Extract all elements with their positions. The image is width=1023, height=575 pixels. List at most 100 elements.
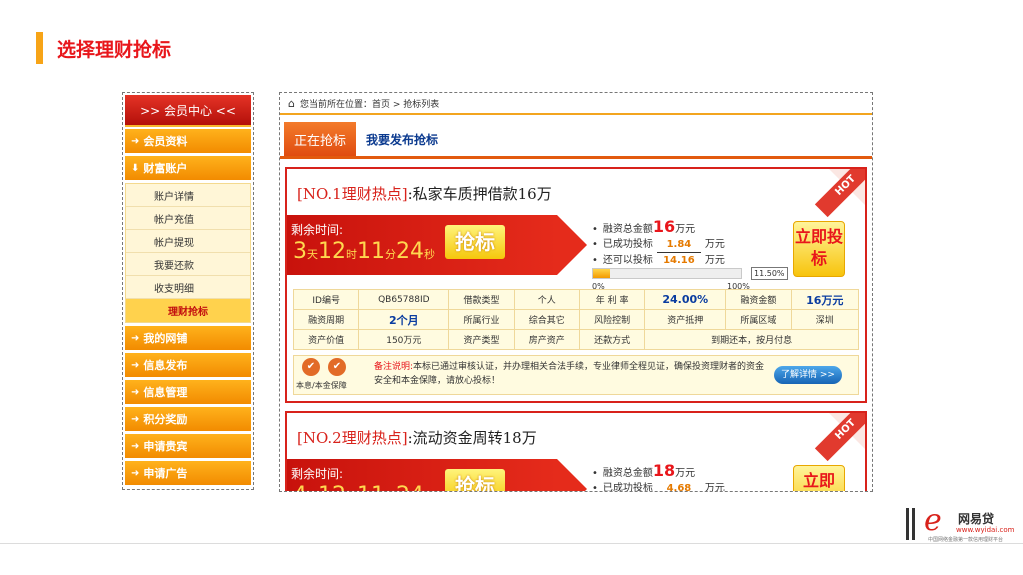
note-label: 备注说明: — [374, 362, 414, 372]
remain-label: 剩余时间: — [291, 223, 344, 237]
sidebar-item-label: 财富账户 — [143, 162, 188, 175]
countdown-ribbon: 剩余时间: 4天12时11分24秒 抢标 — [287, 459, 587, 491]
logo-mark-icon: e — [924, 503, 942, 538]
sidebar-item-manage[interactable]: ➜ 信息管理 — [125, 380, 251, 404]
cell-value: 2个月 — [358, 309, 450, 330]
invest-now-button[interactable]: 立即投标 — [793, 221, 845, 277]
countdown-minutes: 11 — [357, 239, 385, 264]
tab-bidding[interactable]: 正在抢标 — [284, 122, 357, 156]
bid-title[interactable]: [NO.2理财热点]:流动资金周转18万 — [297, 427, 537, 448]
sidebar-item-shop[interactable]: ➜ 我的网铺 — [125, 326, 251, 350]
ribbon-tip — [557, 459, 587, 491]
grab-bid-button[interactable]: 抢标 — [445, 469, 505, 491]
countdown-days: 4 — [293, 483, 307, 491]
stat-unit: 万元 — [704, 255, 725, 266]
cell-label: 借款类型 — [448, 289, 515, 310]
logo-bars — [906, 508, 918, 540]
learn-more-button[interactable]: 了解详情 >> — [774, 366, 842, 384]
countdown-unit: 分 — [385, 248, 396, 261]
bid-card: HOT [NO.2理财热点]:流动资金周转18万 剩余时间: 4天12时11分2… — [285, 411, 867, 492]
bid-title-text: :流动资金周转18万 — [407, 429, 537, 447]
shield-icon: ✔ — [328, 358, 346, 376]
stat-left: • 还可以投标 14.16 万元 — [592, 253, 725, 269]
sidebar-item-profile[interactable]: ➜ 会员资料 — [125, 129, 251, 153]
submenu-account-detail[interactable]: 账户详情 — [126, 184, 250, 207]
stat-total: • 融资总金额 16 万元 — [592, 217, 696, 236]
tab-publish-bid[interactable]: 我要发布抢标 — [356, 122, 448, 156]
breadcrumb: ⌂ 您当前所在位置：首页 > 抢标列表 — [280, 93, 872, 115]
cell-value: 房产资产 — [513, 329, 580, 350]
bid-title-tag: [NO.1理财热点] — [297, 185, 408, 203]
stat-unit: 万元 — [704, 483, 725, 492]
footer-divider — [0, 543, 1023, 544]
submenu-bid-active[interactable]: 理财抢标 — [126, 299, 250, 322]
stat-bid: • 已成功投标 4.68 万元 — [592, 481, 725, 492]
progress-fill — [593, 269, 611, 278]
countdown-hours: 12 — [318, 239, 346, 264]
table-row: 资产价值 150万元 资产类型 房产资产 还款方式 到期还本，按月付息 — [292, 329, 859, 350]
cell-value: 深圳 — [790, 309, 860, 330]
bid-title-tag: [NO.2理财热点] — [297, 429, 408, 447]
arrow-right-icon: ➜ — [131, 386, 140, 398]
submenu-repay[interactable]: 我要还款 — [126, 253, 250, 276]
submenu-recharge[interactable]: 帐户充值 — [126, 207, 250, 230]
home-icon[interactable]: ⌂ — [288, 97, 295, 110]
stat-unit: 万元 — [675, 468, 696, 479]
sidebar-item-wealth-account[interactable]: ⬇ 财富账户 — [125, 156, 251, 180]
guarantee-icons: ✔ ✔ — [302, 358, 346, 376]
sidebar-item-vip[interactable]: ➜ 申请贵宾 — [125, 434, 251, 458]
countdown-unit: 天 — [307, 248, 318, 261]
bid-progress-bar — [592, 268, 742, 279]
bid-stats: • 融资总金额 18 万元 • 已成功投标 4.68 万元 — [592, 463, 725, 492]
stat-total-value: 18 — [652, 461, 676, 480]
arrow-right-icon: ➜ — [131, 135, 140, 147]
stat-bid: • 已成功投标 1.84 万元 — [592, 237, 725, 253]
cell-value: 24.00% — [644, 289, 727, 310]
cell-label: 融资金额 — [725, 289, 792, 310]
logo-name: 网易贷 — [958, 512, 995, 526]
title-accent-bar — [36, 32, 43, 64]
stat-label: 已成功投标 — [602, 483, 653, 492]
submenu-statement[interactable]: 收支明细 — [126, 276, 250, 299]
note-body: 本标已通过审核认证，并办理相关合法手续，专业律师全程见证，确保投资理财者的资金安… — [374, 362, 765, 386]
sidebar-item-publish[interactable]: ➜ 信息发布 — [125, 353, 251, 377]
countdown: 3天12时11分24秒 — [293, 239, 435, 264]
submenu-withdraw[interactable]: 帐户提现 — [126, 230, 250, 253]
cell-label: 风险控制 — [578, 309, 646, 330]
sidebar-item-label: 信息发布 — [143, 359, 188, 372]
cell-value: 综合其它 — [513, 309, 580, 330]
slide-title-text: 选择理财抢标 — [57, 38, 172, 61]
cell-label: 年 利 率 — [578, 289, 646, 310]
arrow-down-icon: ⬇ — [131, 162, 140, 174]
countdown-hours: 12 — [318, 483, 346, 491]
breadcrumb-text: 您当前所在位置：首页 > 抢标列表 — [299, 99, 440, 110]
sidebar-item-label: 申请贵宾 — [143, 440, 188, 453]
bid-title[interactable]: [NO.1理财热点]:私家车质押借款16万 — [297, 183, 552, 204]
stat-label: 融资总金额 — [602, 224, 653, 235]
sidebar-item-label: 信息管理 — [143, 386, 188, 399]
invest-now-button[interactable]: 立即 — [793, 465, 845, 491]
progress-label: 11.50% — [751, 267, 788, 280]
stat-label: 融资总金额 — [602, 468, 653, 479]
table-row: ID编号 QB65788ID 借款类型 个人 年 利 率 24.00% 融资金额… — [292, 289, 860, 310]
cell-value: 个人 — [513, 289, 580, 310]
sidebar-item-label: 申请广告 — [143, 467, 188, 480]
sidebar-item-points[interactable]: ➜ 积分奖励 — [125, 407, 251, 431]
grab-bid-button[interactable]: 抢标 — [445, 225, 505, 259]
logo-url: www.wyidai.com — [956, 526, 1015, 534]
tab-bar: 正在抢标 我要发布抢标 — [280, 122, 872, 159]
slide-title: 选择理财抢标 — [36, 32, 171, 64]
sidebar-item-ads[interactable]: ➜ 申请广告 — [125, 461, 251, 485]
sidebar-submenu: 账户详情 帐户充值 帐户提现 我要还款 收支明细 理财抢标 — [125, 183, 251, 323]
note-text: 备注说明:本标已通过审核认证，并办理相关合法手续，专业律师全程见证，确保投资理财… — [374, 360, 772, 388]
cell-label: ID编号 — [292, 289, 360, 310]
cell-value: 16万元 — [790, 289, 860, 310]
stat-unit: 万元 — [675, 224, 696, 235]
countdown-seconds: 24 — [396, 483, 424, 491]
logo-tagline: 中国网络金融第一款信用理财平台 — [928, 537, 1004, 543]
bid-title-text: :私家车质押借款16万 — [407, 185, 552, 203]
arrow-right-icon: ➜ — [131, 332, 140, 344]
cell-label: 所属行业 — [448, 309, 515, 330]
cell-value: QB65788ID — [358, 289, 450, 310]
member-sidebar: >> 会员中心 << ➜ 会员资料 ⬇ 财富账户 账户详情 帐户充值 帐户提现 我要… — [122, 92, 254, 490]
